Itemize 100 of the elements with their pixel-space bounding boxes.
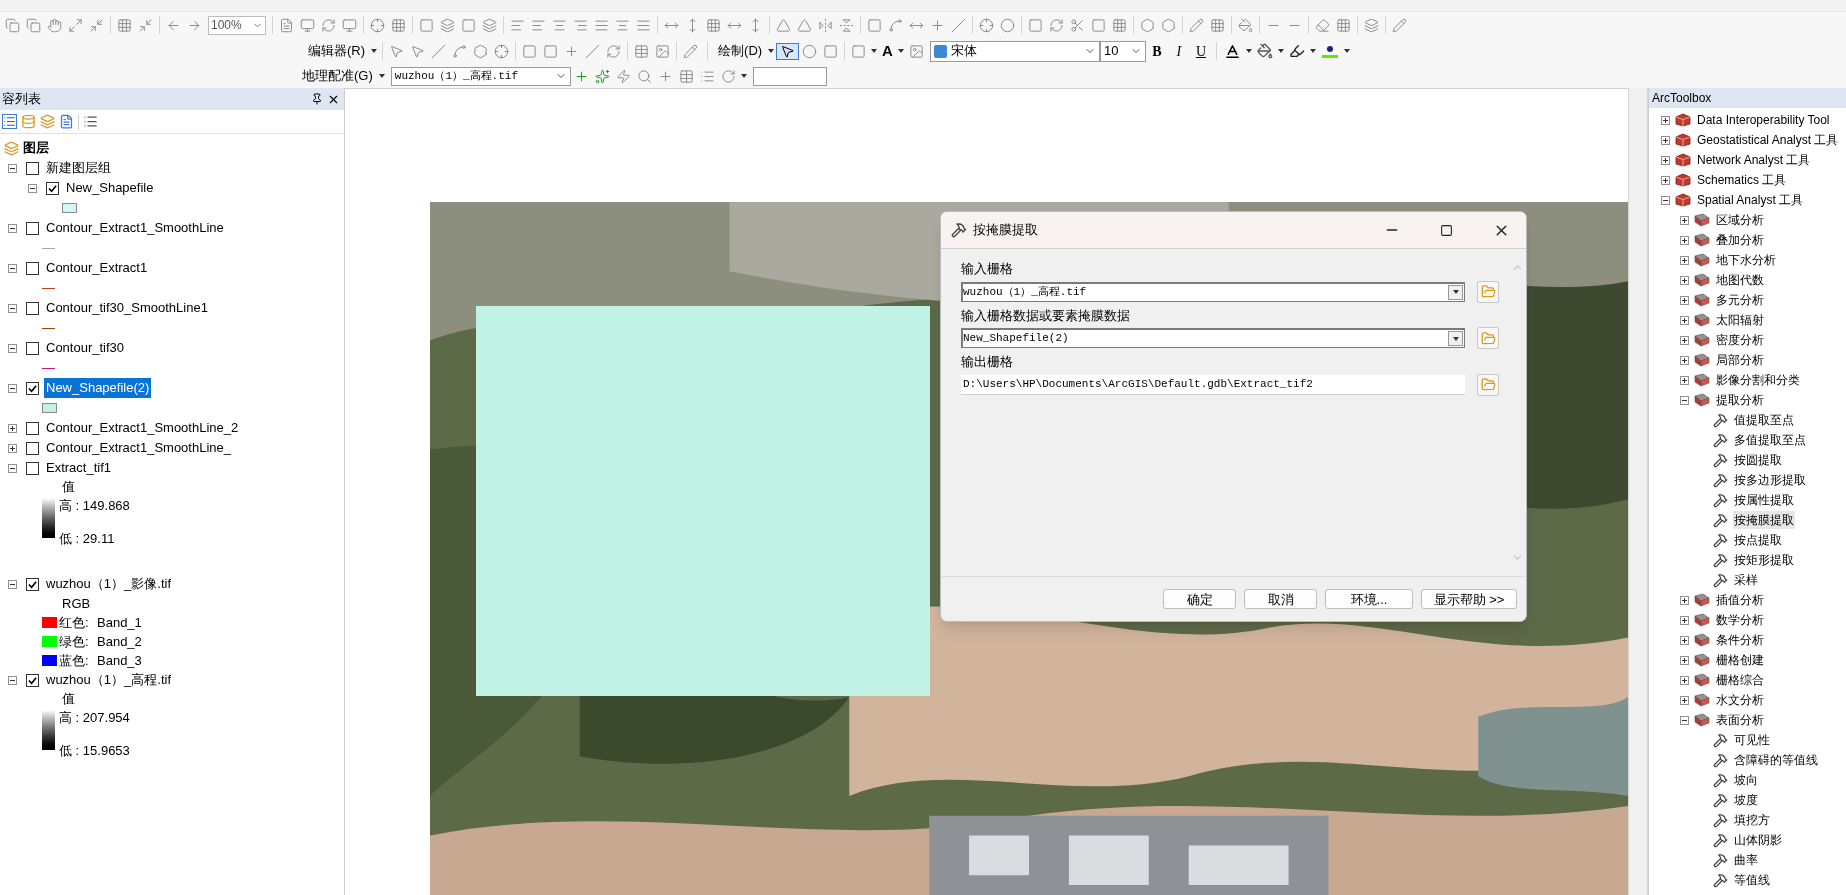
tool-item[interactable]: 按属性提取 [1733,491,1795,509]
toolset-item[interactable]: 栅格创建 [1715,651,1765,669]
text-field[interactable] [752,66,827,86]
refresh-icon[interactable] [1049,17,1064,33]
search-icon[interactable] [636,68,652,84]
collapse-icon[interactable] [8,303,17,313]
dialog-button[interactable]: 显示帮助 >> [1421,589,1517,609]
toolbox-item[interactable]: Data Interoperability Tool [1696,111,1831,129]
format-button[interactable]: B [1145,40,1168,62]
layer-name[interactable]: Contour_Extract1 [44,258,150,278]
flip-horizontal-icon[interactable] [818,17,833,33]
square-icon[interactable] [461,17,476,33]
table-icon[interactable] [678,68,694,84]
collapse-icon[interactable] [8,163,17,173]
expand-icon[interactable] [1680,335,1689,345]
align-right-icon[interactable] [573,17,588,33]
expand-icon[interactable] [1680,695,1689,705]
maximize-icon[interactable] [1440,223,1453,237]
toolset-item[interactable]: 太阳辐射 [1715,311,1765,329]
browse-button[interactable] [1477,373,1499,396]
georeference-layer-combo[interactable]: wuzhou（1）_高程.tif [390,66,571,86]
parameter-combo[interactable]: wuzhou（1）_高程.tif [961,281,1465,302]
pencil-icon[interactable] [1189,17,1204,33]
checkbox[interactable] [26,381,39,395]
list-icon[interactable] [2,114,17,129]
tool-item[interactable]: 按圆提取 [1733,451,1783,469]
tool-item[interactable]: 等值线 [1733,871,1771,889]
options-icon[interactable] [83,114,98,129]
checkbox[interactable] [26,261,39,275]
toolset-item[interactable]: 区域分析 [1715,211,1765,229]
collapse-icon[interactable] [8,383,17,393]
caret-icon[interactable] [1452,290,1459,294]
collapse-icon[interactable] [8,223,17,233]
expand-icon[interactable] [1680,275,1689,285]
expand-icon[interactable] [1680,355,1689,365]
layer-name[interactable]: Contour_tif30_SmoothLine1 [44,298,210,318]
arrows-in-icon[interactable] [89,17,104,33]
collapse-icon[interactable] [1680,715,1689,725]
list-icon[interactable] [699,68,715,84]
browse-button[interactable] [1477,327,1499,349]
tool-item[interactable]: 曲率 [1733,851,1759,869]
collapse-icon[interactable] [8,675,17,685]
align-center-icon[interactable] [615,17,630,33]
square-icon[interactable] [823,43,839,59]
checkbox[interactable] [26,301,39,315]
layer-name[interactable]: wuzhou（1）_高程.tif [44,670,173,690]
expand-icon[interactable] [1661,155,1670,165]
toolset-item[interactable]: 密度分析 [1715,331,1765,349]
font-size-combo[interactable]: 10 [1099,40,1146,62]
expand-icon[interactable] [1680,295,1689,305]
dialog-button[interactable]: 环境... [1325,589,1413,609]
dialog-button[interactable]: 取消 [1244,589,1317,609]
caret-icon[interactable] [740,74,747,78]
slash-icon[interactable] [431,43,447,59]
triangle-icon[interactable] [776,17,791,33]
caret-icon[interactable] [897,49,904,53]
layers-icon[interactable] [40,114,55,129]
refresh-icon[interactable] [606,43,622,59]
layer-name[interactable]: Extract_tif1 [44,458,114,478]
collapse-icon[interactable] [8,579,17,589]
circle-icon[interactable] [802,43,818,59]
collapse-icon[interactable] [1661,195,1670,205]
toolset-item[interactable]: 表面分析 [1715,711,1765,729]
toolset-item[interactable]: 多元分析 [1715,291,1765,309]
checkbox[interactable] [46,181,59,195]
toolset-item[interactable]: 地下水分析 [1715,251,1777,269]
plus-icon[interactable] [564,43,580,59]
arrows-out-icon[interactable] [68,17,83,33]
expand-icon[interactable] [8,423,17,433]
expand-icon[interactable] [1680,235,1689,245]
caret-icon[interactable] [1309,49,1316,53]
plus-icon[interactable] [657,68,673,84]
tool-item[interactable]: 可见性 [1733,731,1771,749]
crosshair-icon[interactable] [979,17,994,33]
align-justify-icon[interactable] [594,17,609,33]
plus-icon[interactable] [930,17,945,33]
font-combo[interactable]: 宋体 [929,40,1100,62]
toolset-item[interactable]: 插值分析 [1715,591,1765,609]
layer-name[interactable]: 新建图层组 [44,158,113,178]
expand-icon[interactable] [1680,315,1689,325]
tool-item[interactable]: 按矩形提取 [1733,551,1795,569]
layer-name[interactable]: Contour_Extract1_SmoothLine_ [44,438,233,458]
caret-icon[interactable] [871,49,878,53]
align-justify-icon[interactable] [636,17,651,33]
checkbox[interactable] [26,673,39,687]
browse-button[interactable] [1477,280,1499,303]
table-icon[interactable] [634,43,650,59]
caret-icon[interactable] [1277,49,1284,53]
flip-vertical-icon[interactable] [839,17,854,33]
pin-icon[interactable] [311,93,323,105]
back-icon[interactable] [166,17,181,33]
georeferencing-menu[interactable]: 地理配准(G) [298,66,377,86]
eraser-icon[interactable] [1315,17,1330,33]
square-icon[interactable] [1091,17,1106,33]
tool-item[interactable]: 按掩膜提取 [1733,511,1795,529]
tool-item[interactable]: 按点提取 [1733,531,1783,549]
expand-icon[interactable] [1680,675,1689,685]
toolset-item[interactable]: 条件分析 [1715,631,1765,649]
layers-icon[interactable] [440,17,455,33]
curve-icon[interactable] [888,17,903,33]
